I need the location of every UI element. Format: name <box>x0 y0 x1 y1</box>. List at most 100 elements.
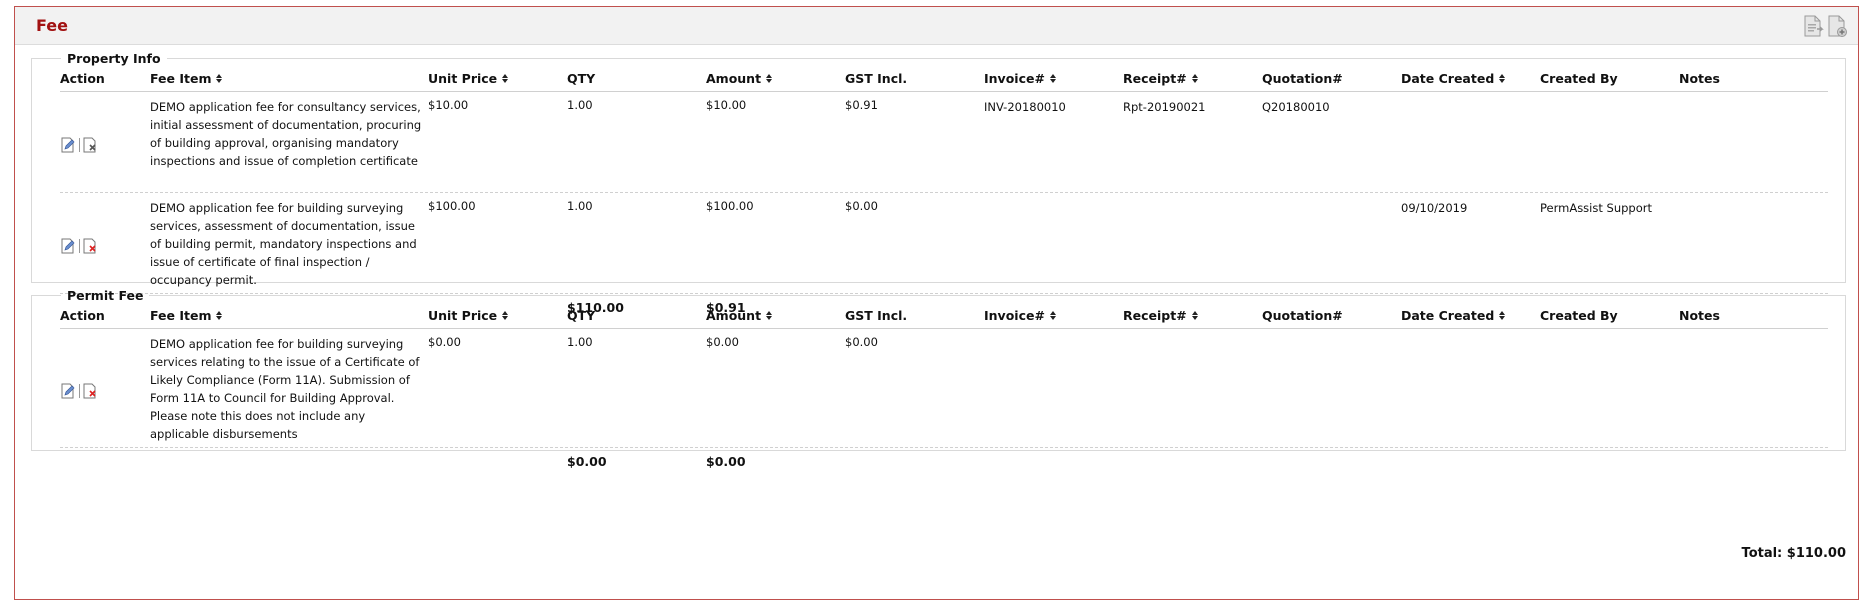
sort-icon[interactable] <box>1191 311 1199 321</box>
fee-item-text: DEMO application fee for consultancy ser… <box>150 100 422 168</box>
sort-icon[interactable] <box>215 311 223 321</box>
fee-item-text: DEMO application fee for building survey… <box>150 337 420 441</box>
delete-icon[interactable] <box>82 383 98 399</box>
notes-value <box>1679 329 1828 447</box>
col-amount[interactable]: Amount <box>706 303 845 328</box>
delete-icon[interactable] <box>82 238 98 254</box>
qty-value: 1.00 <box>567 335 593 349</box>
sort-icon[interactable] <box>765 74 773 84</box>
row-actions <box>60 329 150 447</box>
col-gst: GST Incl. <box>845 71 908 86</box>
amount-value: $10.00 <box>706 98 747 112</box>
section-legend: Permit Fee <box>67 288 144 303</box>
unit-price-value: $0.00 <box>428 335 461 349</box>
receipt-value <box>1123 329 1262 447</box>
qty-value: 1.00 <box>567 199 593 213</box>
panel-header: Fee <box>15 7 1858 45</box>
add-document-icon[interactable] <box>1826 14 1848 38</box>
subtotal-gst: $0.00 <box>706 454 746 469</box>
sort-icon[interactable] <box>1049 74 1057 84</box>
col-unit-price[interactable]: Unit Price <box>428 303 567 328</box>
quotation-value <box>1262 193 1401 293</box>
col-label: Invoice# <box>984 308 1045 323</box>
gst-value: $0.91 <box>845 98 878 112</box>
col-unit-price[interactable]: Unit Price <box>428 66 567 91</box>
col-label: Unit Price <box>428 71 498 86</box>
col-label: Receipt# <box>1123 71 1187 86</box>
quotation-value <box>1262 329 1401 447</box>
grand-total: Total: $110.00 <box>1741 546 1846 561</box>
fee-table: Action Fee Item Unit Price QTY Amount GS… <box>60 303 1828 472</box>
col-label: Date Created <box>1401 71 1495 86</box>
gst-value: $0.00 <box>845 335 878 349</box>
col-action: Action <box>60 308 105 323</box>
date-created-value: 09/10/2019 <box>1401 201 1468 215</box>
sort-icon[interactable] <box>501 74 509 84</box>
notes-value <box>1679 92 1828 192</box>
date-created-value <box>1401 329 1540 447</box>
fee-panel: Fee Property Info Action Fee Item Unit P… <box>14 6 1859 600</box>
table-header: Action Fee Item Unit Price QTY Amount GS… <box>60 66 1828 92</box>
col-label: Date Created <box>1401 308 1495 323</box>
col-receipt[interactable]: Receipt# <box>1123 303 1262 328</box>
action-divider <box>79 138 80 152</box>
col-fee-item[interactable]: Fee Item <box>150 66 428 91</box>
col-date-created[interactable]: Date Created <box>1401 303 1540 328</box>
col-qty: QTY <box>567 71 596 86</box>
col-invoice[interactable]: Invoice# <box>984 303 1123 328</box>
notes-value <box>1679 193 1828 293</box>
sort-icon[interactable] <box>501 311 509 321</box>
action-divider <box>79 239 80 253</box>
permit-fee-section: Permit Fee Action Fee Item Unit Price QT… <box>31 288 1846 469</box>
sort-icon[interactable] <box>1049 311 1057 321</box>
col-label: Receipt# <box>1123 308 1187 323</box>
col-label: Amount <box>706 308 762 323</box>
edit-icon[interactable] <box>60 238 76 254</box>
sort-icon[interactable] <box>1498 311 1506 321</box>
section-legend: Property Info <box>67 51 161 66</box>
col-receipt[interactable]: Receipt# <box>1123 66 1262 91</box>
invoice-value <box>984 193 1123 293</box>
col-invoice[interactable]: Invoice# <box>984 66 1123 91</box>
col-date-created[interactable]: Date Created <box>1401 66 1540 91</box>
edit-icon[interactable] <box>60 383 76 399</box>
export-document-icon[interactable] <box>1802 14 1824 38</box>
delete-icon[interactable] <box>82 137 98 153</box>
col-amount[interactable]: Amount <box>706 66 845 91</box>
sort-icon[interactable] <box>765 311 773 321</box>
action-divider <box>79 384 80 398</box>
col-created-by: Created By <box>1540 71 1618 86</box>
amount-value: $0.00 <box>706 335 739 349</box>
amount-value: $100.00 <box>706 199 754 213</box>
col-label: Invoice# <box>984 71 1045 86</box>
created-by-value: PermAssist Support <box>1540 201 1652 215</box>
table-row: DEMO application fee for consultancy ser… <box>60 92 1828 193</box>
table-header: Action Fee Item Unit Price QTY Amount GS… <box>60 303 1828 329</box>
created-by-value <box>1540 92 1679 192</box>
qty-value: 1.00 <box>567 98 593 112</box>
subtotal-row: $0.00 $0.00 <box>60 448 1828 472</box>
col-created-by: Created By <box>1540 308 1618 323</box>
table-row: DEMO application fee for building survey… <box>60 329 1828 448</box>
sort-icon[interactable] <box>1191 74 1199 84</box>
header-actions <box>1802 14 1848 38</box>
col-fee-item[interactable]: Fee Item <box>150 303 428 328</box>
col-label: Amount <box>706 71 762 86</box>
receipt-value <box>1123 193 1262 293</box>
sort-icon[interactable] <box>1498 74 1506 84</box>
quotation-value: Q20180010 <box>1262 100 1330 114</box>
col-action: Action <box>60 71 105 86</box>
fee-table: Action Fee Item Unit Price QTY Amount GS… <box>60 66 1828 318</box>
property-info-section: Property Info Action Fee Item Unit Price… <box>31 51 1846 315</box>
col-qty: QTY <box>567 308 596 323</box>
col-quotation: Quotation# <box>1262 308 1343 323</box>
row-actions <box>60 193 150 293</box>
table-row: DEMO application fee for building survey… <box>60 193 1828 294</box>
unit-price-value: $10.00 <box>428 98 469 112</box>
edit-icon[interactable] <box>60 137 76 153</box>
col-quotation: Quotation# <box>1262 71 1343 86</box>
invoice-value: INV-20180010 <box>984 100 1066 114</box>
sort-icon[interactable] <box>215 74 223 84</box>
date-created-value <box>1401 92 1540 192</box>
invoice-value <box>984 329 1123 447</box>
